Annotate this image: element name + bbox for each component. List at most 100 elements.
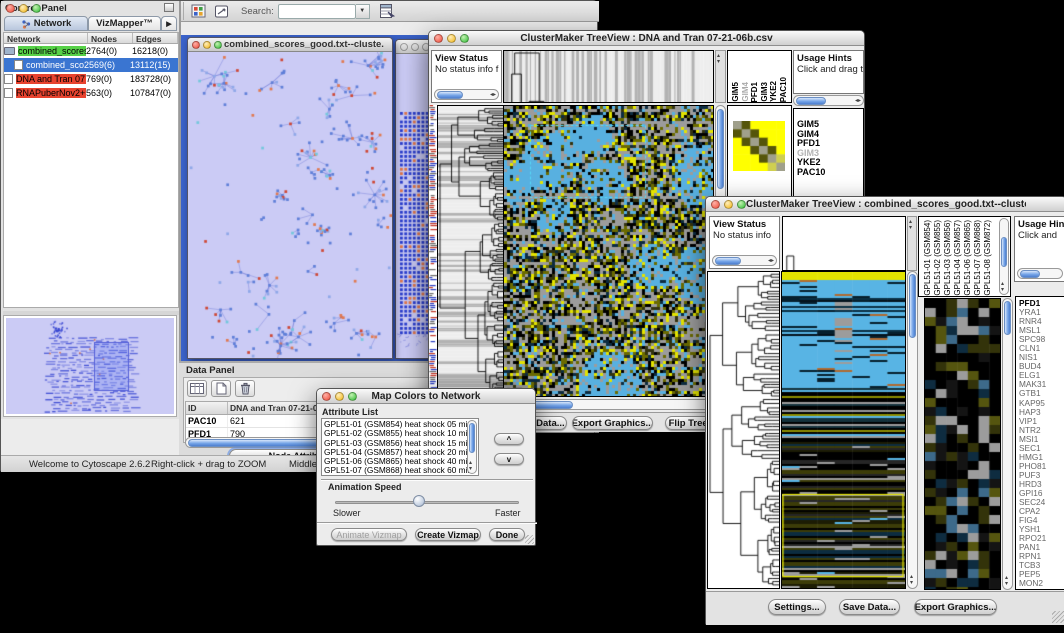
move-down-button[interactable]: v <box>494 453 524 465</box>
row-dendrogram-canvas[interactable] <box>438 106 503 396</box>
column-label[interactable]: GPL51-08 (GSM872) <box>983 220 993 296</box>
tab-overflow-button[interactable]: ▶ <box>161 16 177 31</box>
network-row-combined-scores[interactable]: combined_scores 2764(0) 16218(0) <box>4 44 178 58</box>
network-row-dna-tran[interactable]: DNA and Tran 07 769(0) 183728(0) <box>4 72 178 86</box>
heatmap-vscrollbar[interactable]: ▴▾ <box>907 271 918 589</box>
attribute-list-vscrollbar[interactable]: ▴▾ <box>467 420 477 474</box>
view-status-hscrollbar[interactable]: ◂▸ <box>434 89 499 100</box>
zoom-heatmap-canvas[interactable] <box>925 299 1000 589</box>
resize-grip[interactable] <box>1052 611 1064 623</box>
column-label[interactable]: PFD1 <box>750 82 760 102</box>
minimize-button[interactable] <box>335 392 344 401</box>
column-label[interactable]: GIM4 <box>741 82 751 102</box>
column-dendrogram-canvas[interactable] <box>783 217 905 270</box>
minimize-button[interactable] <box>411 43 419 51</box>
column-label[interactable]: GIM5 <box>731 82 741 102</box>
gene-list: PFD1YRA1RNR4MSL1SPC98CLN1NIS1BUD4ELG1MAK… <box>1019 299 1046 589</box>
close-button[interactable] <box>322 392 331 401</box>
column-label[interactable]: YKE2 <box>769 81 779 102</box>
zoom-button[interactable] <box>737 200 746 209</box>
scroll-corner-strip[interactable]: ▴▾ <box>907 216 917 271</box>
zoom-button[interactable] <box>460 34 469 43</box>
minimize-button[interactable] <box>447 34 456 43</box>
treeview2-gene-list-panel: PFD1YRA1RNR4MSL1SPC98CLN1NIS1BUD4ELG1MAK… <box>1015 296 1064 590</box>
treeview2-button-bar: Settings... Save Data... Export Graphics… <box>706 591 1064 625</box>
column-label[interactable]: GPL51-06 (GSM865) <box>963 220 973 296</box>
heatmap-canvas[interactable] <box>504 106 713 396</box>
close-button[interactable] <box>711 200 720 209</box>
search-input[interactable] <box>278 4 356 19</box>
view-status-title: View Status <box>710 217 779 230</box>
settings-button[interactable]: Settings... <box>768 599 826 615</box>
heatmap-canvas[interactable] <box>782 272 905 588</box>
search-dropdown-arrow-icon[interactable]: ▼ <box>356 4 370 19</box>
save-data-button[interactable]: Save Data... <box>839 599 900 615</box>
attribute-items: GPL51-01 (GSM854) heat shock 05 minGPL51… <box>322 420 472 476</box>
new-attribute-icon[interactable] <box>211 380 231 397</box>
tab-vizmapper[interactable]: VizMapper™ <box>88 16 161 31</box>
delete-attribute-trash-icon[interactable] <box>235 380 255 397</box>
minimize-button[interactable] <box>19 4 28 13</box>
column-label[interactable]: PAC10 <box>779 77 789 102</box>
status-welcome: Welcome to Cytoscape 2.6.2 <box>29 459 150 470</box>
node-attributes-icon[interactable] <box>187 2 210 21</box>
close-button[interactable] <box>6 4 15 13</box>
zoom-heatmap-vscrollbar[interactable]: ▴▾ <box>1002 298 1013 590</box>
zoom-button[interactable] <box>32 4 41 13</box>
column-labels: GIM5GIM4PFD1GIM3YKE2PAC10 <box>731 51 791 102</box>
gene-name[interactable]: MON2 <box>1019 579 1046 588</box>
float-panel-icon[interactable] <box>164 3 174 12</box>
treeview1-titlebar[interactable]: ClusterMaker TreeView : DNA and Tran 07-… <box>429 31 864 46</box>
network-row-rnapuber[interactable]: RNAPuberNov2+ 563(0) 107847(0) <box>4 86 178 100</box>
usage-hints-hscrollbar[interactable]: ◂▸ <box>793 95 864 106</box>
animation-speed-slider-track[interactable] <box>335 501 519 504</box>
resize-grip[interactable] <box>525 535 534 544</box>
minimize-button[interactable] <box>203 41 211 49</box>
network-row-selected[interactable]: combined_sco 2569(6) 13112(15) <box>4 58 178 72</box>
column-label[interactable]: GPL51-04 (GSM857) <box>953 220 963 296</box>
minimize-button[interactable] <box>724 200 733 209</box>
export-graphics-button[interactable]: Export Graphics... <box>914 599 997 615</box>
column-label[interactable]: GPL51-03 (GSM856) <box>943 220 953 296</box>
annotation-icon[interactable] <box>210 2 233 21</box>
birdseye-view-canvas[interactable] <box>6 318 174 414</box>
column-labels-vscrollbar[interactable]: ▴▾ <box>999 218 1009 295</box>
view-status-hscrollbar[interactable]: ◂▸ <box>712 255 777 266</box>
gene-label-strip-canvas <box>429 105 437 395</box>
column-label[interactable]: GIM3 <box>760 82 770 102</box>
scroll-corner-strip[interactable]: ▴▾ <box>715 50 726 103</box>
treeview2-usage-hints-panel: Usage Hints Click and <box>1014 216 1064 282</box>
network-from-table-icon[interactable] <box>376 2 399 21</box>
move-up-button[interactable]: ^ <box>494 433 524 445</box>
treeview2-zoom-heatmap-panel <box>924 298 1001 590</box>
create-vizmap-button[interactable]: Create Vizmap <box>415 528 481 541</box>
zoom-button[interactable] <box>214 41 222 49</box>
usage-hints-hscrollbar[interactable] <box>1017 268 1063 279</box>
export-graphics-button[interactable]: Export Graphics... <box>572 416 653 430</box>
row-dendrogram-canvas[interactable] <box>708 272 779 588</box>
close-button[interactable] <box>400 43 408 51</box>
search-label: Search: <box>241 6 274 17</box>
column-label[interactable]: GPL51-02 (GSM855) <box>933 220 943 296</box>
network-window-1-titlebar[interactable]: combined_scores_good.txt--cluste... <box>188 38 392 52</box>
column-dendrogram-canvas[interactable] <box>504 51 713 102</box>
zoom-button[interactable] <box>348 392 357 401</box>
animate-vizmap-button[interactable]: Animate Vizmap <box>331 528 407 541</box>
close-button[interactable] <box>192 41 200 49</box>
done-button[interactable]: Done <box>489 528 525 541</box>
close-button[interactable] <box>434 34 443 43</box>
birdseye-panel <box>3 315 177 417</box>
network-table-header[interactable]: Network Nodes Edges <box>3 32 179 44</box>
tab-network[interactable]: Network <box>4 16 88 31</box>
column-label[interactable]: GPL51-01 (GSM854) <box>923 220 933 296</box>
network-window-1-title: combined_scores_good.txt--cluste... <box>224 39 384 50</box>
attribute-item[interactable]: GPL51-07 (GSM868) heat shock 60 min <box>322 466 472 475</box>
network-view-canvas[interactable] <box>188 52 392 358</box>
attribute-table-icon[interactable] <box>187 380 207 397</box>
animation-speed-slider-thumb[interactable] <box>413 495 425 507</box>
treeview2-titlebar[interactable]: ClusterMaker TreeView : combined_scores_… <box>706 197 1064 212</box>
dialog-titlebar[interactable]: Map Colors to Network <box>317 389 535 404</box>
gene-name[interactable]: PAC10 <box>797 168 825 178</box>
treeview2-heatmap-panel <box>781 271 906 589</box>
column-label[interactable]: GPL51-07 (GSM868) <box>973 220 983 296</box>
